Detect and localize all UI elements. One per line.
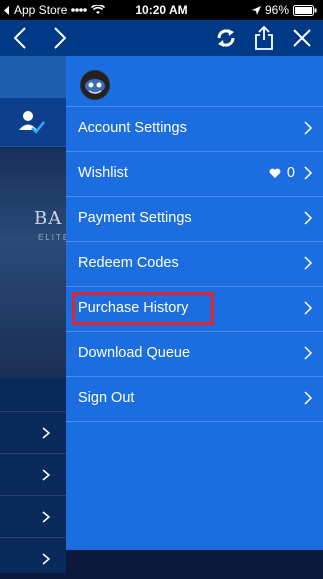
menu-item-download-queue[interactable]: Download Queue [66, 332, 323, 377]
chevron-right-icon [304, 166, 313, 180]
back-arrow-icon [13, 27, 26, 49]
browser-toolbar [0, 20, 323, 56]
menu-item-label: Sign Out [78, 390, 135, 406]
chevron-right-icon [42, 468, 50, 481]
menu-item-redeem-codes[interactable]: Redeem Codes [66, 242, 323, 287]
chevron-right-icon [42, 426, 50, 439]
share-button[interactable] [250, 24, 278, 52]
game-art-title: BA [34, 208, 63, 229]
battery-percent: 96% [264, 3, 289, 17]
close-icon [293, 29, 311, 47]
avatar-icon [81, 71, 109, 99]
background-game-art: BA ELITE [0, 148, 68, 378]
menu-item-label: Download Queue [78, 345, 191, 361]
menu-item-payment-settings[interactable]: Payment Settings [66, 197, 323, 242]
wishlist-count-value: 0 [286, 165, 295, 181]
menu-item-label: Redeem Codes [78, 255, 179, 271]
avatar[interactable] [80, 70, 110, 100]
menu-item-label: Account Settings [78, 120, 187, 136]
chevron-right-icon [304, 211, 313, 225]
chevron-right-icon [304, 346, 313, 360]
menu-item-wishlist[interactable]: Wishlist 0 [66, 152, 323, 197]
menu-header [66, 56, 323, 107]
forward-button[interactable] [46, 24, 74, 52]
forward-arrow-icon [54, 27, 67, 49]
account-menu: Account Settings Wishlist 0 Payment Sett… [66, 56, 323, 550]
refresh-button[interactable] [212, 24, 240, 52]
background-list [0, 411, 66, 579]
status-bar: App Store 10:20 AM 96% [0, 0, 323, 20]
menu-item-purchase-history[interactable]: Purchase History [66, 287, 323, 332]
menu-item-label: Wishlist [78, 165, 128, 181]
list-item[interactable] [0, 495, 66, 537]
location-arrow-icon [251, 5, 261, 15]
list-item[interactable] [0, 411, 66, 453]
menu-item-label: Payment Settings [78, 210, 192, 226]
battery-icon [293, 4, 317, 16]
wishlist-count: 0 [269, 165, 295, 181]
chevron-right-icon [304, 391, 313, 405]
chevron-right-icon [304, 301, 313, 315]
back-button[interactable] [6, 24, 34, 52]
background-page: BA ELITE [0, 56, 68, 573]
user-verified-icon [19, 111, 45, 134]
chevron-right-icon [42, 552, 50, 565]
list-item[interactable] [0, 453, 66, 495]
share-icon [255, 26, 273, 50]
chevron-right-icon [42, 510, 50, 523]
refresh-icon [217, 29, 235, 47]
chevron-right-icon [304, 256, 313, 270]
menu-item-account-settings[interactable]: Account Settings [66, 107, 323, 152]
heart-icon [269, 168, 281, 178]
menu-item-sign-out[interactable]: Sign Out [66, 377, 323, 422]
close-button[interactable] [288, 24, 316, 52]
background-header [0, 56, 66, 98]
chevron-right-icon [304, 121, 313, 135]
menu-item-label: Purchase History [78, 300, 189, 316]
background-profile-strip[interactable] [0, 98, 66, 147]
